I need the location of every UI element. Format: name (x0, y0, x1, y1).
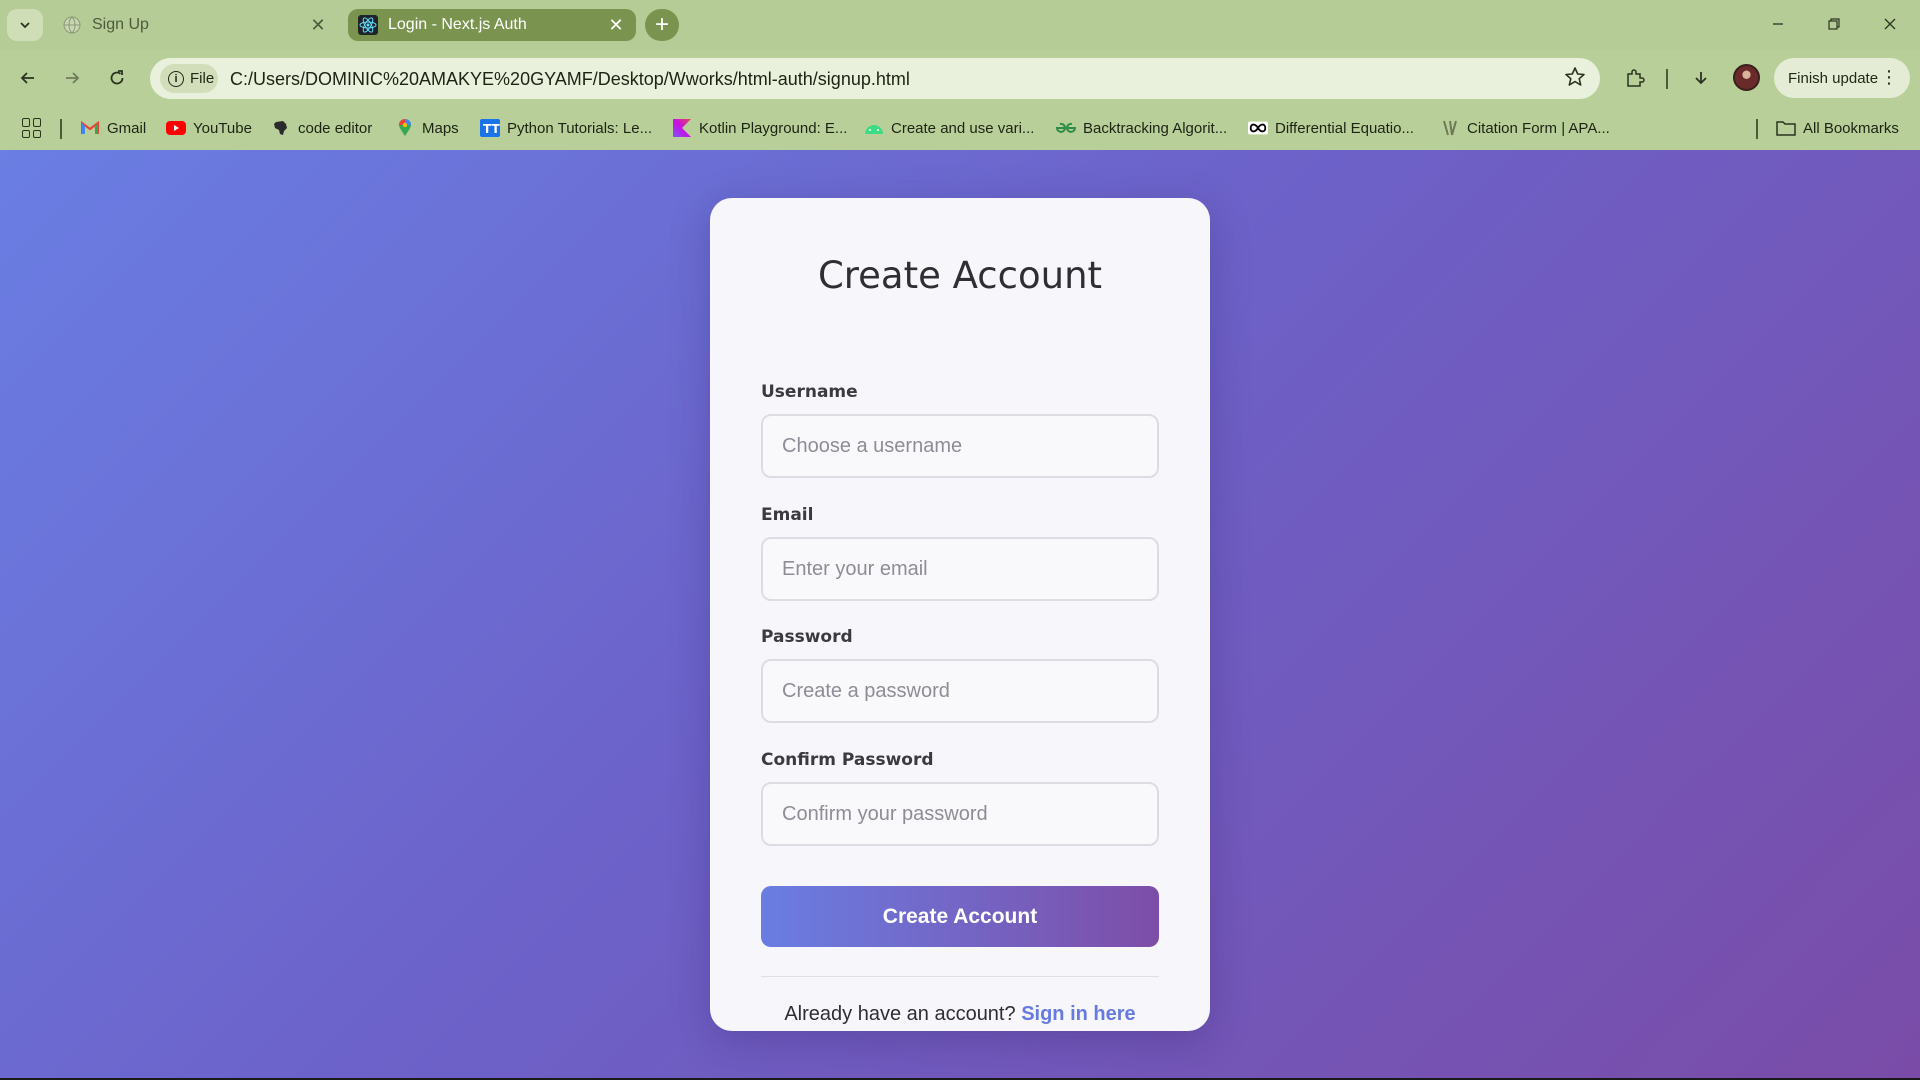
tab-title: Sign Up (92, 16, 149, 33)
page-background: Create Account Username Email Password C… (0, 150, 1920, 1078)
bookmark-python-tutorials[interactable]: TT Python Tutorials: Le... (480, 115, 652, 141)
globe-icon (62, 15, 82, 35)
bookmarks-divider (60, 119, 62, 139)
android-icon (864, 119, 884, 137)
bookmark-label: All Bookmarks (1803, 119, 1899, 137)
all-bookmarks-button[interactable]: All Bookmarks (1776, 115, 1899, 141)
close-icon (1884, 18, 1896, 30)
chevron-down-icon (20, 22, 30, 29)
page-title: Create Account (817, 254, 1103, 297)
signin-prompt: Already have an account? Sign in here (710, 1003, 1210, 1026)
arrow-left-icon (20, 72, 34, 84)
star-icon (1565, 67, 1585, 86)
downloads-button[interactable] (1685, 62, 1717, 94)
finish-update-button[interactable]: Finish update ⋮ (1774, 58, 1910, 98)
bookmark-label: YouTube (193, 119, 252, 137)
site-info-chip[interactable]: i File (160, 64, 218, 93)
africa-icon (271, 119, 291, 137)
email-input[interactable] (761, 537, 1159, 601)
bookmark-maps[interactable]: Maps (395, 115, 459, 141)
password-label: Password (761, 627, 853, 647)
bookmark-label: Citation Form | APA... (1467, 119, 1610, 137)
citation-icon (1440, 119, 1460, 137)
password-input[interactable] (761, 659, 1159, 723)
username-label: Username (761, 382, 858, 402)
bookmark-gmail[interactable]: Gmail (80, 115, 146, 141)
restore-button[interactable] (1806, 8, 1862, 40)
close-window-button[interactable] (1862, 8, 1918, 40)
bookmark-create-and-use[interactable]: Create and use vari... (864, 115, 1034, 141)
signup-card: Create Account Username Email Password C… (710, 198, 1210, 1031)
apps-grid-icon[interactable] (22, 118, 42, 138)
tab-login[interactable]: Login - Next.js Auth ✕ (348, 9, 636, 41)
tab-strip: Sign Up ✕ Login - Next.js Auth ✕ + (0, 0, 1920, 50)
maps-pin-icon (395, 119, 415, 137)
bookmark-label: Maps (422, 119, 459, 137)
bookmark-backtracking[interactable]: Backtracking Algorit... (1056, 115, 1227, 141)
browser-toolbar: i File C:/Users/DOMINIC%20AMAKYE%20GYAMF… (0, 50, 1920, 107)
bookmark-citation-form[interactable]: Citation Form | APA... (1440, 115, 1610, 141)
toolbar-divider (1666, 69, 1668, 89)
bookmark-label: Backtracking Algorit... (1083, 119, 1228, 137)
profile-avatar[interactable] (1733, 64, 1760, 91)
download-icon (1695, 72, 1707, 85)
url-text[interactable]: C:/Users/DOMINIC%20AMAKYE%20GYAMF/Deskto… (230, 69, 910, 90)
more-vert-icon: ⋮ (1880, 67, 1898, 87)
email-label: Email (761, 505, 814, 525)
folder-icon (1776, 119, 1796, 137)
react-icon (358, 15, 378, 35)
tab-title: Login - Next.js Auth (388, 16, 527, 33)
restore-icon (1828, 18, 1840, 30)
close-icon[interactable]: ✕ (308, 15, 328, 35)
bookmark-star-button[interactable] (1564, 66, 1586, 93)
infinity-icon (1248, 119, 1268, 137)
extensions-button[interactable] (1619, 62, 1651, 94)
bookmarks-divider (1756, 119, 1758, 139)
bookmark-label: Differential Equatio... (1275, 119, 1414, 137)
bookmarks-bar: Gmail YouTube code editor Maps TT Python… (0, 107, 1920, 150)
gfg-icon (1056, 119, 1076, 137)
svg-text:TT: TT (483, 122, 500, 136)
bookmark-label: code editor (298, 119, 373, 137)
info-icon: i (168, 70, 184, 87)
tt-icon: TT (480, 119, 500, 137)
puzzle-icon (1627, 69, 1645, 87)
divider (761, 976, 1159, 977)
youtube-icon (166, 119, 186, 137)
site-chip-label: File (190, 70, 215, 87)
finish-update-label: Finish update (1788, 69, 1879, 87)
minimize-button[interactable] (1750, 8, 1806, 40)
bookmark-kotlin-playground[interactable]: Kotlin Playground: E... (672, 115, 847, 141)
close-icon[interactable]: ✕ (606, 15, 626, 35)
bookmark-label: Python Tutorials: Le... (507, 119, 653, 137)
forward-button[interactable] (56, 62, 88, 94)
address-bar[interactable]: i File C:/Users/DOMINIC%20AMAKYE%20GYAMF… (150, 58, 1600, 99)
bookmark-label: Kotlin Playground: E... (699, 119, 848, 137)
new-tab-button[interactable]: + (645, 9, 679, 41)
bookmark-youtube[interactable]: YouTube (166, 115, 252, 141)
bookmark-label: Create and use vari... (891, 119, 1035, 137)
tab-sign-up[interactable]: Sign Up ✕ (52, 9, 338, 41)
back-button[interactable] (12, 62, 44, 94)
create-account-button[interactable]: Create Account (761, 886, 1159, 947)
kotlin-icon (672, 119, 692, 137)
tab-search-button[interactable] (7, 9, 43, 41)
bookmark-label: Gmail (107, 119, 147, 137)
bookmark-differential-equations[interactable]: Differential Equatio... (1248, 115, 1414, 141)
arrow-right-icon (66, 72, 80, 84)
signin-prompt-text: Already have an account? (784, 1003, 1016, 1025)
confirm-password-label: Confirm Password (761, 750, 934, 770)
gmail-icon (80, 119, 100, 137)
minimize-icon (1773, 23, 1783, 25)
reload-icon (110, 70, 124, 85)
sign-in-link[interactable]: Sign in here (1021, 1003, 1135, 1025)
username-input[interactable] (761, 414, 1159, 478)
bookmark-code-editor[interactable]: code editor (271, 115, 372, 141)
reload-button[interactable] (101, 62, 133, 94)
confirm-password-input[interactable] (761, 782, 1159, 846)
